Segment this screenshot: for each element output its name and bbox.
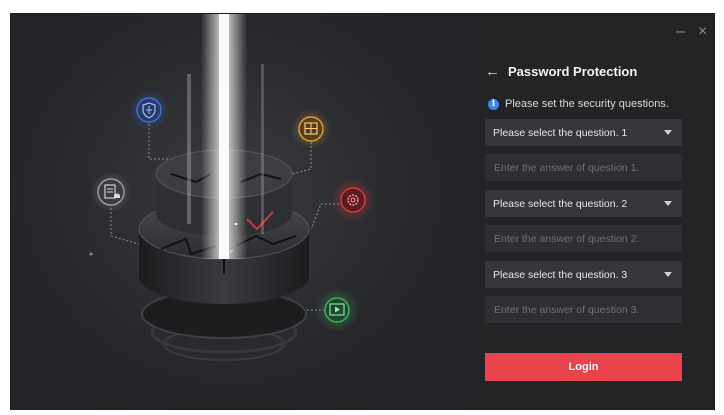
question-1-select-label: Please select the question. 1 [493,126,628,139]
form-panel: – × ← Password Protection i Please set t… [471,14,714,409]
app-window: – × ← Password Protection i Please set t… [10,13,715,410]
screen-play-icon [315,288,359,332]
shield-icon [129,90,169,130]
document-bell-icon [91,172,131,212]
answer-1-input[interactable] [485,154,682,181]
illustration-graphic [89,14,375,361]
question-1-select[interactable]: Please select the question. 1 [485,119,682,146]
illustration [11,14,471,409]
answer-3-input[interactable] [485,296,682,323]
question-2-select[interactable]: Please select the question. 2 [485,190,682,217]
close-button[interactable]: × [698,24,707,40]
chevron-down-icon [664,272,672,277]
gear-icon [331,178,375,222]
hint: i Please set the security questions. [488,98,669,110]
hint-text: Please set the security questions. [505,98,669,110]
chevron-down-icon [664,201,672,206]
answer-2-input[interactable] [485,225,682,252]
login-button[interactable]: Login [485,353,682,381]
page-title: Password Protection [508,64,638,79]
grid-icon [291,109,331,149]
back-arrow-icon[interactable]: ← [485,64,500,79]
question-3-select-label: Please select the question. 3 [493,268,628,281]
question-3-select[interactable]: Please select the question. 3 [485,261,682,288]
question-2-select-label: Please select the question. 2 [493,197,628,210]
minimize-button[interactable]: – [676,24,685,40]
chevron-down-icon [664,130,672,135]
info-icon: i [488,98,499,110]
header: ← Password Protection [485,64,638,80]
